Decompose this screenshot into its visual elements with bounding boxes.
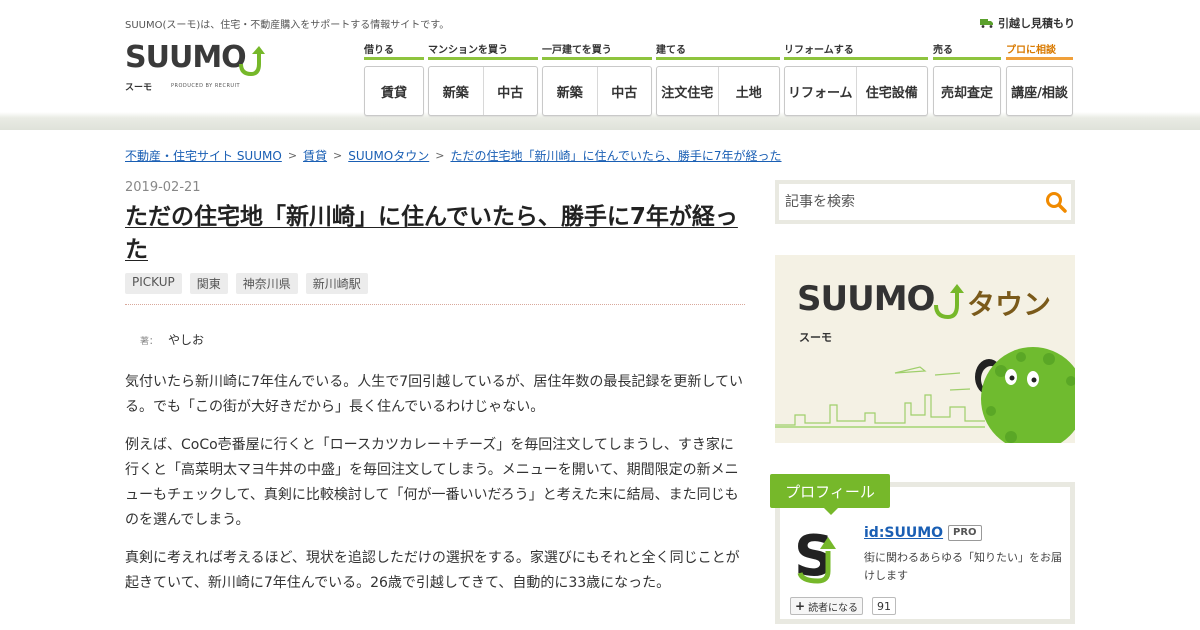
banner-sub: スーモ [799, 331, 832, 344]
nav-group-label: 借りる [364, 44, 424, 60]
nav-group-build: 建てる 注文住宅 土地 [656, 44, 780, 116]
logo-produced-by: PRODUCED BY RECRUIT [171, 83, 241, 89]
nav-mansion-new-button[interactable]: 新築 [429, 67, 484, 115]
tag-kanto[interactable]: 関東 [189, 273, 228, 294]
profile-avatar[interactable]: S [790, 521, 856, 587]
suumo-mascot-icon [975, 347, 1075, 443]
nav-consult-button[interactable]: 講座/相談 [1007, 67, 1072, 115]
author-name: やしお [168, 333, 205, 347]
pro-badge: PRO [948, 525, 982, 541]
logo-sub: スーモ [125, 83, 153, 93]
nav-group-label: 売る [933, 44, 1001, 60]
nav-group-house: 一戸建てを買う 新築 中古 [542, 44, 652, 116]
article-title[interactable]: ただの住宅地「新川崎」に住んでいたら、勝手に7年が経った [125, 201, 745, 267]
breadcrumb-link-home[interactable]: 不動産・住宅サイト SUUMO [125, 147, 282, 164]
sidebar-search [775, 180, 1075, 224]
article-divider [125, 304, 745, 305]
nav-group-label: 一戸建てを買う [542, 44, 652, 60]
suumo-town-banner[interactable]: SUUMO タウン スーモ [775, 255, 1075, 443]
banner-wordmark: SUUMO [797, 279, 935, 319]
nav-group-mansion: マンションを買う 新築 中古 [428, 44, 538, 116]
tag-pickup[interactable]: PICKUP [125, 273, 182, 294]
moving-estimate-link[interactable]: 引越し見積もり [980, 15, 1075, 31]
nav-mansion-used-button[interactable]: 中古 [484, 67, 538, 115]
site-header: SUUMO(スーモ)は、住宅・不動産購入をサポートする情報サイトです。 引越し見… [0, 0, 1200, 130]
nav-group-label: プロに相談 [1006, 44, 1073, 60]
article-tags: PICKUP 関東 神奈川県 新川崎駅 [125, 273, 745, 294]
nav-group-consult: プロに相談 講座/相談 [1006, 44, 1073, 116]
nav-group-sell: 売る 売却査定 [933, 44, 1001, 116]
tag-kanagawa[interactable]: 神奈川県 [235, 273, 298, 294]
site-tagline: SUUMO(スーモ)は、住宅・不動産購入をサポートする情報サイトです。 [125, 20, 450, 31]
nav-house-new-button[interactable]: 新築 [543, 67, 598, 115]
article-paragraph: 気付いたら新川崎に7年住んでいる。人生で7回引越しているが、居住年数の最長記録を… [125, 374, 743, 415]
nav-custom-house-button[interactable]: 注文住宅 [657, 67, 719, 115]
breadcrumb-link-rent[interactable]: 賃貸 [303, 147, 327, 164]
moving-link-label: 引越し見積もり [998, 17, 1075, 30]
breadcrumb-link-town[interactable]: SUUMOタウン [348, 147, 429, 164]
reader-count: 91 [872, 597, 896, 615]
profile-description: 街に関わるあらゆる「知りたい」をお届けします [864, 551, 1062, 582]
article-author: 著： やしお [125, 331, 745, 348]
tag-shinkawasaki[interactable]: 新川崎駅 [305, 273, 368, 294]
breadcrumb-separator: > [435, 149, 445, 162]
article-paragraph: 真剣に考えれば考えるほど、現状を追認しただけの選択をする。家選びにもそれと全く同… [125, 550, 740, 591]
article-date: 2019-02-21 [125, 180, 201, 195]
plus-icon: + [795, 599, 806, 613]
profile-tab-label: プロフィール [770, 474, 890, 515]
breadcrumb: 不動産・住宅サイト SUUMO > 賃貸 > SUUMOタウン > ただの住宅地… [125, 147, 782, 164]
nav-rent-button[interactable]: 賃貸 [365, 67, 423, 115]
search-button[interactable] [1041, 187, 1071, 217]
nav-land-button[interactable]: 土地 [719, 67, 780, 115]
article: 2019-02-21 ただの住宅地「新川崎」に住んでいたら、勝手に7年が経った … [125, 180, 745, 596]
nav-group-label: リフォームする [784, 44, 928, 60]
nav-group-label: 建てる [656, 44, 780, 60]
nav-group-rent: 借りる 賃貸 [364, 44, 424, 116]
suumo-logo[interactable]: SUUMO スーモ PRODUCED BY RECRUIT [125, 42, 265, 94]
breadcrumb-separator: > [287, 149, 298, 162]
nav-group-label: マンションを買う [428, 44, 538, 60]
nav-house-used-button[interactable]: 中古 [598, 67, 652, 115]
nav-equipment-button[interactable]: 住宅設備 [857, 67, 928, 115]
article-paragraph: 例えば、CoCo壱番屋に行くと「ロースカツカレー＋チーズ」を毎回注文してしまうし… [125, 437, 739, 528]
profile-id-link[interactable]: id:SUUMO [864, 525, 943, 541]
banner-town-label: タウン [967, 288, 1052, 321]
banner-arrow-icon [934, 284, 964, 320]
nav-sell-assess-button[interactable]: 売却査定 [934, 67, 1000, 115]
subscribe-label: 読者になる [808, 602, 859, 614]
truck-icon [980, 19, 993, 28]
nav-group-reform: リフォームする リフォーム 住宅設備 [784, 44, 928, 116]
subscribe-button[interactable]: + 読者になる [790, 597, 864, 615]
search-input[interactable] [779, 194, 1041, 210]
breadcrumb-link-article[interactable]: ただの住宅地「新川崎」に住んでいたら、勝手に7年が経った [450, 147, 781, 164]
author-label: 著： [140, 337, 159, 347]
breadcrumb-separator: > [333, 149, 343, 162]
nav-reform-button[interactable]: リフォーム [785, 67, 857, 115]
logo-arrow-icon [239, 46, 265, 77]
search-icon [1046, 192, 1067, 213]
